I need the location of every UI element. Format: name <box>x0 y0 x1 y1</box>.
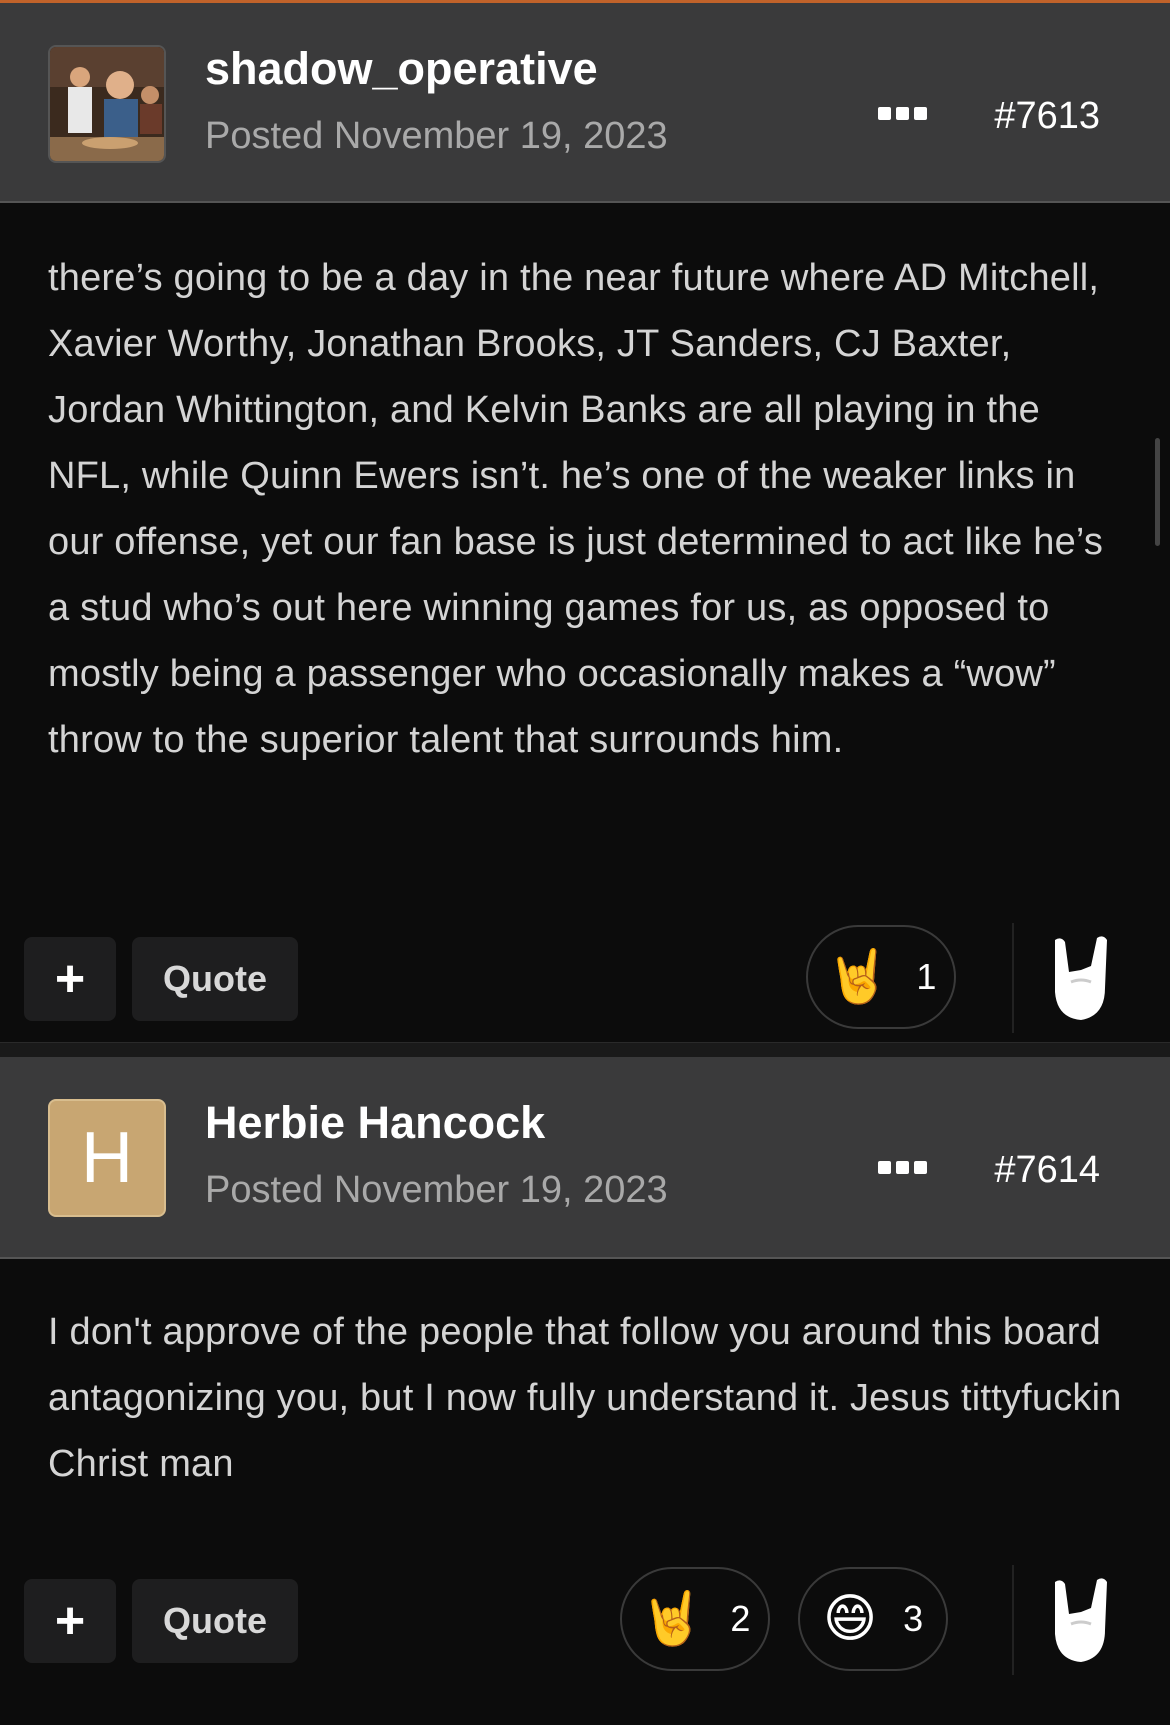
more-options-icon[interactable] <box>878 1161 928 1175</box>
post-footer: + Quote 🤘 2 😄 3 <box>0 1565 1170 1684</box>
quote-button[interactable]: Quote <box>132 937 298 1021</box>
react-button[interactable] <box>1040 1565 1120 1675</box>
quote-button[interactable]: Quote <box>132 1579 298 1663</box>
reaction-count: 3 <box>903 1598 924 1639</box>
multiquote-button[interactable]: + <box>24 1579 116 1663</box>
post-content: there’s going to be a day in the near fu… <box>48 257 1104 761</box>
user-avatar[interactable]: H <box>48 1099 166 1217</box>
post-date[interactable]: Posted November 19, 2023 <box>205 115 668 158</box>
multiquote-button[interactable]: + <box>24 937 116 1021</box>
post-separator <box>0 1042 1170 1057</box>
rock-hand-outline-icon <box>1055 1578 1107 1662</box>
scrollbar[interactable] <box>1155 438 1160 546</box>
post-header: H Herbie Hancock Posted November 19, 202… <box>0 1057 1170 1259</box>
divider <box>1012 1565 1014 1675</box>
rock-on-icon: 🤘 <box>639 1590 705 1648</box>
photo-avatar-icon <box>50 47 164 161</box>
post-7613: shadow_operative Posted November 19, 202… <box>0 3 1170 1042</box>
reaction-rock-on[interactable]: 🤘 2 <box>620 1567 770 1671</box>
post-header: shadow_operative Posted November 19, 202… <box>0 3 1170 203</box>
reaction-laughing[interactable]: 😄 3 <box>798 1567 948 1671</box>
react-button[interactable] <box>1040 923 1120 1033</box>
reaction-count: 2 <box>730 1598 751 1639</box>
more-options-icon[interactable] <box>878 107 928 121</box>
divider <box>1012 923 1014 1033</box>
laughing-face-icon: 😄 <box>822 1590 878 1648</box>
rock-hand-outline-icon <box>1055 936 1107 1020</box>
post-number-link[interactable]: #7613 <box>994 95 1100 138</box>
post-footer: + Quote 🤘 1 <box>0 923 1170 1042</box>
username[interactable]: Herbie Hancock <box>205 1097 545 1149</box>
rock-on-icon: 🤘 <box>825 948 891 1006</box>
post-number-link[interactable]: #7614 <box>994 1149 1100 1192</box>
post-date[interactable]: Posted November 19, 2023 <box>205 1169 668 1212</box>
username[interactable]: shadow_operative <box>205 43 598 95</box>
reaction-count: 1 <box>916 956 937 997</box>
reaction-rock-on[interactable]: 🤘 1 <box>806 925 956 1029</box>
post-7614: H Herbie Hancock Posted November 19, 202… <box>0 1057 1170 1684</box>
user-avatar[interactable] <box>48 45 166 163</box>
post-content: I don't approve of the people that follo… <box>48 1311 1122 1485</box>
